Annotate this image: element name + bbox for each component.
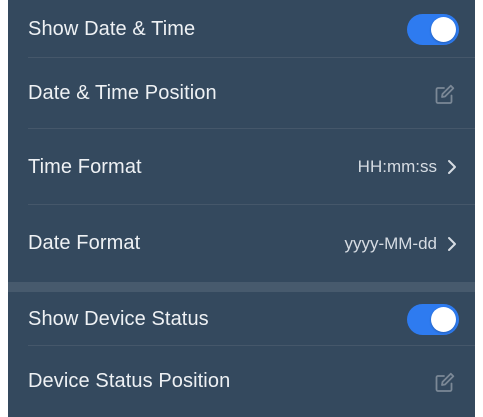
chevron-right-icon: [448, 236, 456, 251]
date-format-label: Date Format: [28, 232, 141, 254]
date-format-row[interactable]: Date Format yyyy-MM-dd: [8, 205, 475, 282]
date-time-position-row[interactable]: Date & Time Position: [8, 58, 475, 129]
show-date-time-row[interactable]: Show Date & Time: [8, 0, 475, 58]
time-format-row[interactable]: Time Format HH:mm:ss: [8, 129, 475, 205]
section-separator: [8, 282, 475, 292]
date-format-value-group: yyyy-MM-dd: [344, 234, 459, 254]
show-date-time-label: Show Date & Time: [28, 17, 196, 40]
time-format-label: Time Format: [28, 155, 142, 178]
toggle-knob: [431, 16, 456, 42]
settings-panel: Show Date & Time Date & Time Position Ti…: [8, 0, 475, 417]
device-status-position-row[interactable]: Device Status Position: [8, 346, 475, 417]
device-status-position-label: Device Status Position: [28, 370, 231, 392]
edit-icon[interactable]: [433, 82, 457, 106]
show-device-status-label: Show Device Status: [28, 307, 209, 330]
toggle-knob: [431, 306, 456, 332]
time-format-value: HH:mm:ss: [357, 157, 437, 176]
date-format-value: yyyy-MM-dd: [344, 233, 437, 253]
chevron-right-icon: [448, 160, 456, 174]
edit-icon[interactable]: [433, 370, 457, 394]
time-format-value-group: HH:mm:ss: [358, 157, 459, 177]
show-device-status-toggle[interactable]: [407, 303, 459, 335]
date-time-position-label: Date & Time Position: [28, 82, 217, 104]
show-device-status-row[interactable]: Show Device Status: [8, 292, 475, 346]
show-date-time-toggle[interactable]: [407, 13, 459, 45]
